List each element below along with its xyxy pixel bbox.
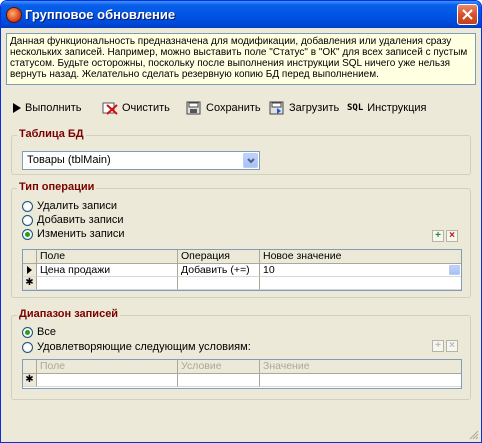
chevron-down-icon: [247, 158, 255, 164]
column-value[interactable]: Значение: [260, 360, 461, 373]
add-condition-button[interactable]: +: [432, 340, 444, 352]
radio-all-records-dot[interactable]: [22, 326, 33, 338]
run-button[interactable]: Выполнить: [13, 98, 81, 118]
radio-conditions-label: Удовлетворяющие следующим условиям:: [37, 341, 251, 353]
new-row-cell[interactable]: [260, 277, 461, 290]
plus-icon: +: [435, 230, 441, 241]
row-indicator: [23, 264, 37, 277]
radio-modify-records[interactable]: Изменить записи: [22, 227, 125, 241]
new-row-cell[interactable]: [37, 374, 178, 387]
table-group: Таблица БД Товары (tblMain): [11, 128, 471, 175]
new-row[interactable]: ✱: [23, 374, 461, 387]
radio-modify-records-label: Изменить записи: [37, 228, 125, 240]
load-button[interactable]: Загрузить: [269, 98, 339, 118]
clear-icon: [102, 102, 118, 115]
column-condition[interactable]: Условие: [178, 360, 260, 373]
header-corner: [23, 360, 37, 373]
asterisk-icon: ✱: [25, 277, 34, 288]
table-select-value: Товары (tblMain): [27, 154, 111, 166]
conditions-grid-header: Поле Условие Значение: [23, 360, 461, 374]
table-select[interactable]: Товары (tblMain): [22, 151, 260, 170]
window-title: Групповое обновление: [25, 7, 176, 22]
table-select-dropdown-button[interactable]: [243, 153, 258, 168]
plus-icon: +: [435, 340, 441, 351]
save-icon: [186, 101, 201, 115]
x-icon: ×: [449, 230, 455, 241]
current-row-icon: [27, 266, 32, 274]
operations-grid-header: Поле Операция Новое значение: [23, 250, 461, 264]
info-text: Данная функциональность предназначена дл…: [6, 33, 476, 85]
radio-add-records-label: Добавить записи: [37, 214, 124, 226]
column-field[interactable]: Поле: [37, 360, 178, 373]
radio-all-records-label: Все: [37, 326, 56, 338]
new-row-indicator: ✱: [23, 374, 37, 387]
new-row[interactable]: ✱: [23, 277, 461, 290]
sql-icon: SQL: [347, 103, 364, 113]
new-row-cell[interactable]: [178, 374, 260, 387]
table-row[interactable]: Цена продажи Добавить (+=) 10: [23, 264, 461, 277]
clear-button-label: Очистить: [122, 102, 170, 114]
resize-grip-icon[interactable]: [468, 429, 479, 440]
add-row-button[interactable]: +: [432, 230, 444, 242]
save-button[interactable]: Сохранить: [186, 98, 261, 118]
close-button[interactable]: [457, 4, 478, 25]
column-field[interactable]: Поле: [37, 250, 178, 263]
cell-operation[interactable]: Добавить (+=): [178, 264, 260, 277]
radio-delete-records[interactable]: Удалить записи: [22, 199, 117, 213]
table-group-legend: Таблица БД: [17, 128, 86, 140]
operations-grid: Поле Операция Новое значение Цена продаж…: [22, 249, 462, 291]
asterisk-icon: ✱: [25, 374, 34, 385]
toolbar: Выполнить Очистить Сохранить Загрузить S…: [6, 96, 476, 120]
range-group-legend: Диапазон записей: [17, 308, 121, 320]
instruction-button-label: Инструкция: [367, 102, 427, 114]
save-button-label: Сохранить: [206, 102, 261, 114]
operation-group-legend: Тип операции: [17, 181, 97, 193]
clear-button[interactable]: Очистить: [102, 98, 170, 118]
column-operation[interactable]: Операция: [178, 250, 260, 263]
instruction-button[interactable]: SQL Инструкция: [347, 98, 427, 118]
cell-field[interactable]: Цена продажи: [37, 264, 178, 277]
app-icon: [6, 7, 22, 23]
radio-conditions-dot[interactable]: [22, 341, 33, 353]
radio-add-records-dot[interactable]: [22, 214, 33, 226]
new-row-indicator: ✱: [23, 277, 37, 290]
conditions-grid: Поле Условие Значение ✱: [22, 359, 462, 389]
dialog-window: Групповое обновление Данная функциональн…: [0, 0, 482, 443]
radio-add-records[interactable]: Добавить записи: [22, 213, 124, 227]
close-icon: [462, 9, 473, 20]
cell-value-dropdown-button[interactable]: [449, 265, 460, 275]
title-bar[interactable]: Групповое обновление: [1, 1, 481, 28]
header-corner: [23, 250, 37, 263]
radio-all-records[interactable]: Все: [22, 325, 56, 339]
new-row-cell[interactable]: [37, 277, 178, 290]
run-button-label: Выполнить: [25, 102, 82, 114]
load-icon: [269, 101, 284, 115]
play-icon: [13, 103, 21, 113]
delete-condition-button[interactable]: ×: [446, 340, 458, 352]
cell-new-value-text: 10: [263, 264, 275, 276]
radio-conditions[interactable]: Удовлетворяющие следующим условиям:: [22, 340, 251, 354]
delete-row-button[interactable]: ×: [446, 230, 458, 242]
radio-modify-records-dot[interactable]: [22, 228, 33, 240]
cell-new-value[interactable]: 10: [260, 264, 461, 277]
new-row-cell[interactable]: [178, 277, 260, 290]
radio-delete-records-label: Удалить записи: [37, 200, 117, 212]
operation-group: Тип операции Удалить записи Добавить зап…: [11, 181, 471, 298]
column-new-value[interactable]: Новое значение: [260, 250, 461, 263]
range-group: Диапазон записей Все Удовлетворяющие сле…: [11, 308, 471, 400]
radio-delete-records-dot[interactable]: [22, 200, 33, 212]
new-row-cell[interactable]: [260, 374, 461, 387]
x-icon: ×: [449, 340, 455, 351]
load-button-label: Загрузить: [289, 102, 340, 114]
